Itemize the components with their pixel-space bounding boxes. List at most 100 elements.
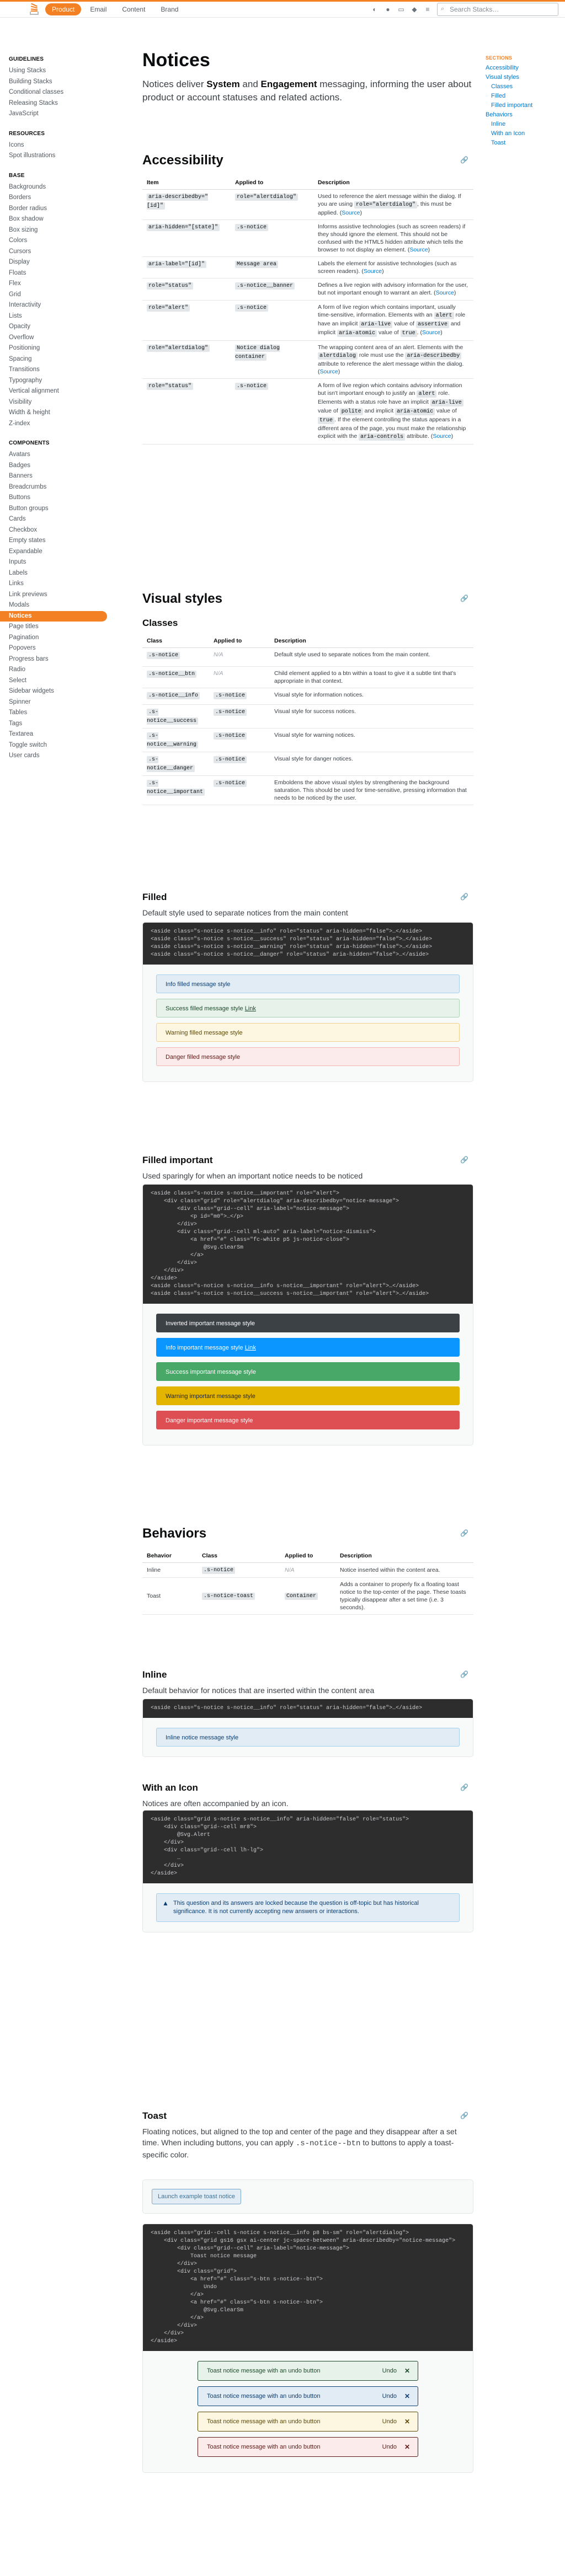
close-icon[interactable]: ✕ bbox=[404, 2418, 410, 2425]
source-link[interactable]: Source bbox=[409, 247, 428, 253]
sidebar-item-toggle-switch[interactable]: Toggle switch bbox=[9, 740, 116, 751]
source-link[interactable]: Source bbox=[320, 368, 338, 375]
sidebar-item-transitions[interactable]: Transitions bbox=[9, 365, 116, 376]
sidebar-item-checkbox[interactable]: Checkbox bbox=[9, 525, 116, 536]
sidebar-item-vertical-alignment[interactable]: Vertical alignment bbox=[9, 386, 116, 397]
sidebar-item-width-height[interactable]: Width & height bbox=[9, 408, 116, 419]
sidebar-item-tags[interactable]: Tags bbox=[9, 719, 116, 730]
source-link[interactable]: Source bbox=[342, 210, 360, 216]
sidebar-item-links[interactable]: Links bbox=[9, 579, 116, 590]
permalink-icon[interactable]: 🔗 bbox=[460, 156, 468, 164]
sidebar-item-notices[interactable]: Notices bbox=[0, 610, 107, 622]
sidebar-item-expandable[interactable]: Expandable bbox=[9, 547, 116, 558]
sidebar-item-border-radius[interactable]: Border radius bbox=[9, 203, 116, 215]
toc-classes[interactable]: Classes bbox=[486, 82, 557, 92]
sidebar-item-using-stacks[interactable]: Using Stacks bbox=[9, 66, 116, 77]
source-link[interactable]: Source bbox=[436, 290, 454, 296]
sidebar-item-select[interactable]: Select bbox=[9, 676, 116, 687]
sidebar-item-popovers[interactable]: Popovers bbox=[9, 643, 116, 654]
tab-product[interactable]: Product bbox=[45, 3, 82, 15]
sidebar-item-box-sizing[interactable]: Box sizing bbox=[9, 225, 116, 236]
toc-inline[interactable]: Inline bbox=[486, 120, 557, 129]
sidebar-item-link-previews[interactable]: Link previews bbox=[9, 590, 116, 601]
notice-link[interactable]: Link bbox=[245, 1345, 256, 1351]
source-link[interactable]: Source bbox=[422, 329, 440, 336]
sidebar-item-interactivity[interactable]: Interactivity bbox=[9, 300, 116, 311]
tab-brand[interactable]: Brand bbox=[154, 3, 185, 15]
sidebar-item-labels[interactable]: Labels bbox=[9, 568, 116, 579]
undo-button[interactable]: Undo bbox=[382, 2444, 397, 2450]
sidebar-item-modals[interactable]: Modals bbox=[9, 600, 116, 611]
sidebar-item-floats[interactable]: Floats bbox=[9, 268, 116, 279]
sidebar-item-spinner[interactable]: Spinner bbox=[9, 697, 116, 708]
undo-button[interactable]: Undo bbox=[382, 2368, 397, 2374]
toc-behaviors[interactable]: Behaviors bbox=[486, 110, 557, 120]
sidebar-item-textarea[interactable]: Textarea bbox=[9, 729, 116, 740]
close-icon[interactable]: ✕ bbox=[404, 2367, 410, 2375]
sidebar-item-overflow[interactable]: Overflow bbox=[9, 333, 116, 344]
sidebar-item-box-shadow[interactable]: Box shadow bbox=[9, 214, 116, 225]
sidebar-item-flex[interactable]: Flex bbox=[9, 279, 116, 290]
sidebar-item-pagination[interactable]: Pagination bbox=[9, 633, 116, 644]
source-link[interactable]: Source bbox=[364, 268, 382, 275]
sidebar-item-empty-states[interactable]: Empty states bbox=[9, 535, 116, 547]
permalink-icon[interactable]: 🔗 bbox=[460, 1156, 468, 1164]
chat-icon[interactable]: ▭ bbox=[397, 6, 405, 13]
sidebar-item-cards[interactable]: Cards bbox=[9, 514, 116, 525]
toc-filled[interactable]: Filled bbox=[486, 92, 557, 101]
undo-button[interactable]: Undo bbox=[382, 2418, 397, 2425]
sidebar-item-releasing-stacks[interactable]: Releasing Stacks bbox=[9, 98, 116, 109]
sidebar-item-buttons[interactable]: Buttons bbox=[9, 492, 116, 504]
theme-icon[interactable]: ◐ bbox=[371, 6, 379, 13]
sidebar-item-progress-bars[interactable]: Progress bars bbox=[9, 654, 116, 665]
permalink-icon[interactable]: 🔗 bbox=[460, 1784, 468, 1791]
permalink-icon[interactable]: 🔗 bbox=[460, 2112, 468, 2119]
menu-icon[interactable]: ≡ bbox=[424, 6, 431, 13]
sidebar-item-javascript[interactable]: JavaScript bbox=[9, 109, 116, 120]
search-input[interactable]: ⌕ Search Stacks… bbox=[437, 3, 558, 16]
undo-button[interactable]: Undo bbox=[382, 2393, 397, 2400]
source-link[interactable]: Source bbox=[433, 433, 451, 440]
sidebar-item-visibility[interactable]: Visibility bbox=[9, 397, 116, 408]
toc-with-icon[interactable]: With an Icon bbox=[486, 129, 557, 138]
sidebar-item-page-titles[interactable]: Page titles bbox=[9, 622, 116, 633]
stacks-logo[interactable] bbox=[30, 3, 39, 15]
sidebar-item-banners[interactable]: Banners bbox=[9, 471, 116, 482]
sidebar-item-user-cards[interactable]: User cards bbox=[9, 751, 116, 762]
sidebar-item-inputs[interactable]: Inputs bbox=[9, 557, 116, 568]
sidebar-item-icons[interactable]: Icons bbox=[9, 140, 116, 151]
sidebar-item-positioning[interactable]: Positioning bbox=[9, 343, 116, 354]
notice-link[interactable]: Link bbox=[245, 1005, 256, 1012]
toc-filled-important[interactable]: Filled important bbox=[486, 101, 557, 110]
github-icon[interactable]: ● bbox=[384, 6, 392, 13]
launch-toast-button[interactable]: Launch example toast notice bbox=[152, 2189, 242, 2204]
sidebar-item-grid[interactable]: Grid bbox=[9, 290, 116, 301]
tab-email[interactable]: Email bbox=[83, 3, 113, 15]
sidebar-item-borders[interactable]: Borders bbox=[9, 192, 116, 203]
sidebar-item-building-stacks[interactable]: Building Stacks bbox=[9, 77, 116, 88]
sidebar-item-avatars[interactable]: Avatars bbox=[9, 449, 116, 460]
figma-icon[interactable]: ◆ bbox=[411, 6, 418, 13]
tab-content[interactable]: Content bbox=[115, 3, 152, 15]
toc-accessibility[interactable]: Accessibility bbox=[486, 63, 557, 73]
sidebar-item-backgrounds[interactable]: Backgrounds bbox=[9, 182, 116, 193]
permalink-icon[interactable]: 🔗 bbox=[460, 595, 468, 602]
sidebar-item-sidebar-widgets[interactable]: Sidebar widgets bbox=[9, 686, 116, 697]
toc-toast[interactable]: Toast bbox=[486, 138, 557, 148]
sidebar-item-z-index[interactable]: Z-index bbox=[9, 419, 116, 430]
sidebar-item-typography[interactable]: Typography bbox=[9, 376, 116, 387]
sidebar-item-cursors[interactable]: Cursors bbox=[9, 247, 116, 258]
sidebar-item-button-groups[interactable]: Button groups bbox=[9, 504, 116, 515]
close-icon[interactable]: ✕ bbox=[404, 2392, 410, 2400]
permalink-icon[interactable]: 🔗 bbox=[460, 1670, 468, 1678]
sidebar-item-lists[interactable]: Lists bbox=[9, 311, 116, 322]
permalink-icon[interactable]: 🔗 bbox=[460, 1529, 468, 1537]
sidebar-item-badges[interactable]: Badges bbox=[9, 460, 116, 472]
close-icon[interactable]: ✕ bbox=[404, 2443, 410, 2451]
sidebar-item-spot-illustrations[interactable]: Spot illustrations bbox=[9, 151, 116, 162]
sidebar-item-spacing[interactable]: Spacing bbox=[9, 354, 116, 365]
sidebar-item-display[interactable]: Display bbox=[9, 257, 116, 268]
permalink-icon[interactable]: 🔗 bbox=[460, 893, 468, 901]
sidebar-item-colors[interactable]: Colors bbox=[9, 235, 116, 247]
sidebar-item-conditional-classes[interactable]: Conditional classes bbox=[9, 87, 116, 98]
